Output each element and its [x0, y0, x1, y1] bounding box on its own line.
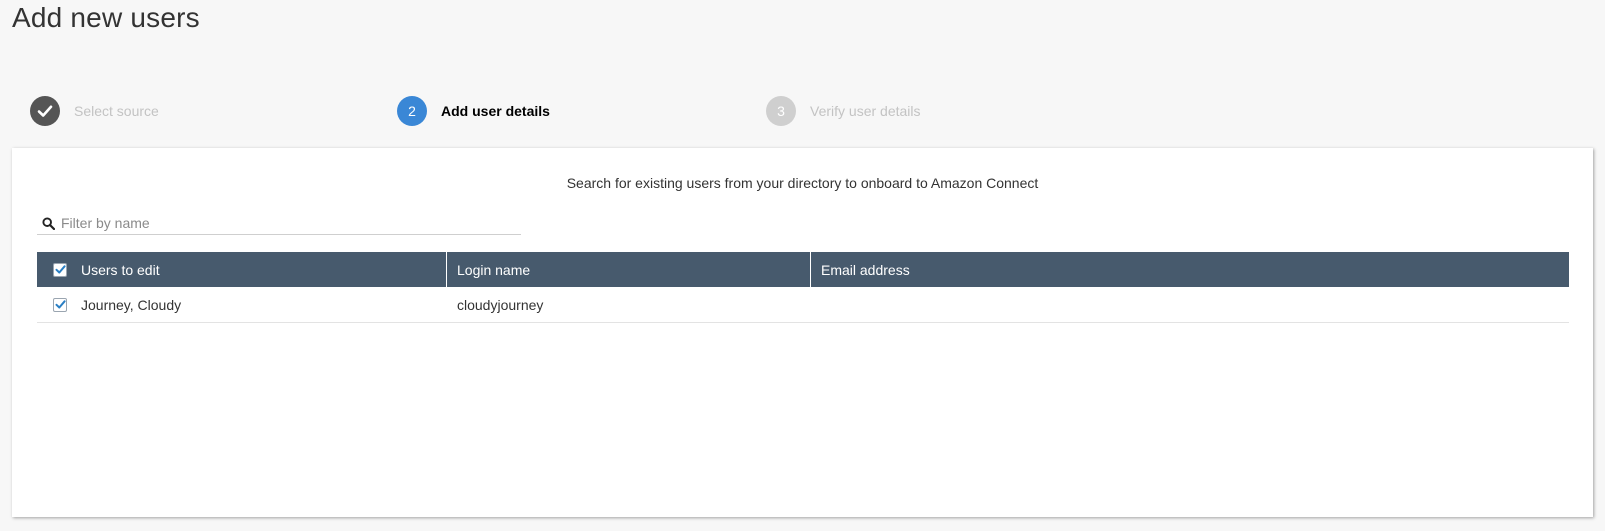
select-all-cell	[37, 262, 81, 277]
checkmark-icon	[55, 265, 66, 274]
cell-user: Journey, Cloudy	[37, 287, 447, 322]
table-header: Users to edit Login name Email address	[37, 252, 1569, 287]
step-label: Verify user details	[810, 103, 921, 119]
step-complete-indicator	[30, 96, 60, 126]
column-label: Users to edit	[81, 261, 160, 278]
step-number: 2	[397, 96, 427, 126]
checkmark-icon	[55, 300, 66, 309]
page-title: Add new users	[12, 2, 200, 33]
search-icon	[42, 216, 56, 230]
login-name: cloudyjourney	[457, 296, 544, 313]
step-verify-user-details[interactable]: 3 Verify user details	[766, 96, 921, 126]
user-search-panel: Search for existing users from your dire…	[12, 148, 1593, 517]
column-header-email: Email address	[811, 252, 1569, 287]
step-number: 3	[766, 96, 796, 126]
cell-login: cloudyjourney	[447, 287, 811, 322]
step-label: Add user details	[441, 103, 550, 119]
wizard-steps: Select source 2 Add user details 3 Verif…	[0, 96, 1605, 126]
user-name: Journey, Cloudy	[81, 296, 182, 313]
step-label: Select source	[74, 103, 159, 119]
select-all-checkbox[interactable]	[53, 262, 67, 277]
column-label: Email address	[821, 261, 910, 278]
step-add-user-details[interactable]: 2 Add user details	[397, 96, 550, 126]
instruction-text: Search for existing users from your dire…	[566, 175, 1039, 191]
check-icon	[37, 105, 53, 117]
column-label: Login name	[457, 261, 531, 278]
users-table: Users to edit Login name Email address J…	[37, 252, 1569, 323]
column-header-users: Users to edit	[37, 252, 447, 287]
step-select-source[interactable]: Select source	[30, 96, 159, 126]
cell-email	[811, 287, 1569, 322]
filter-input[interactable]	[61, 215, 501, 231]
row-checkbox[interactable]	[53, 297, 67, 312]
filter-field[interactable]	[37, 212, 521, 235]
table-row[interactable]: Journey, Cloudy cloudyjourney	[37, 287, 1569, 323]
row-select-cell	[37, 297, 81, 312]
column-header-login: Login name	[447, 252, 811, 287]
